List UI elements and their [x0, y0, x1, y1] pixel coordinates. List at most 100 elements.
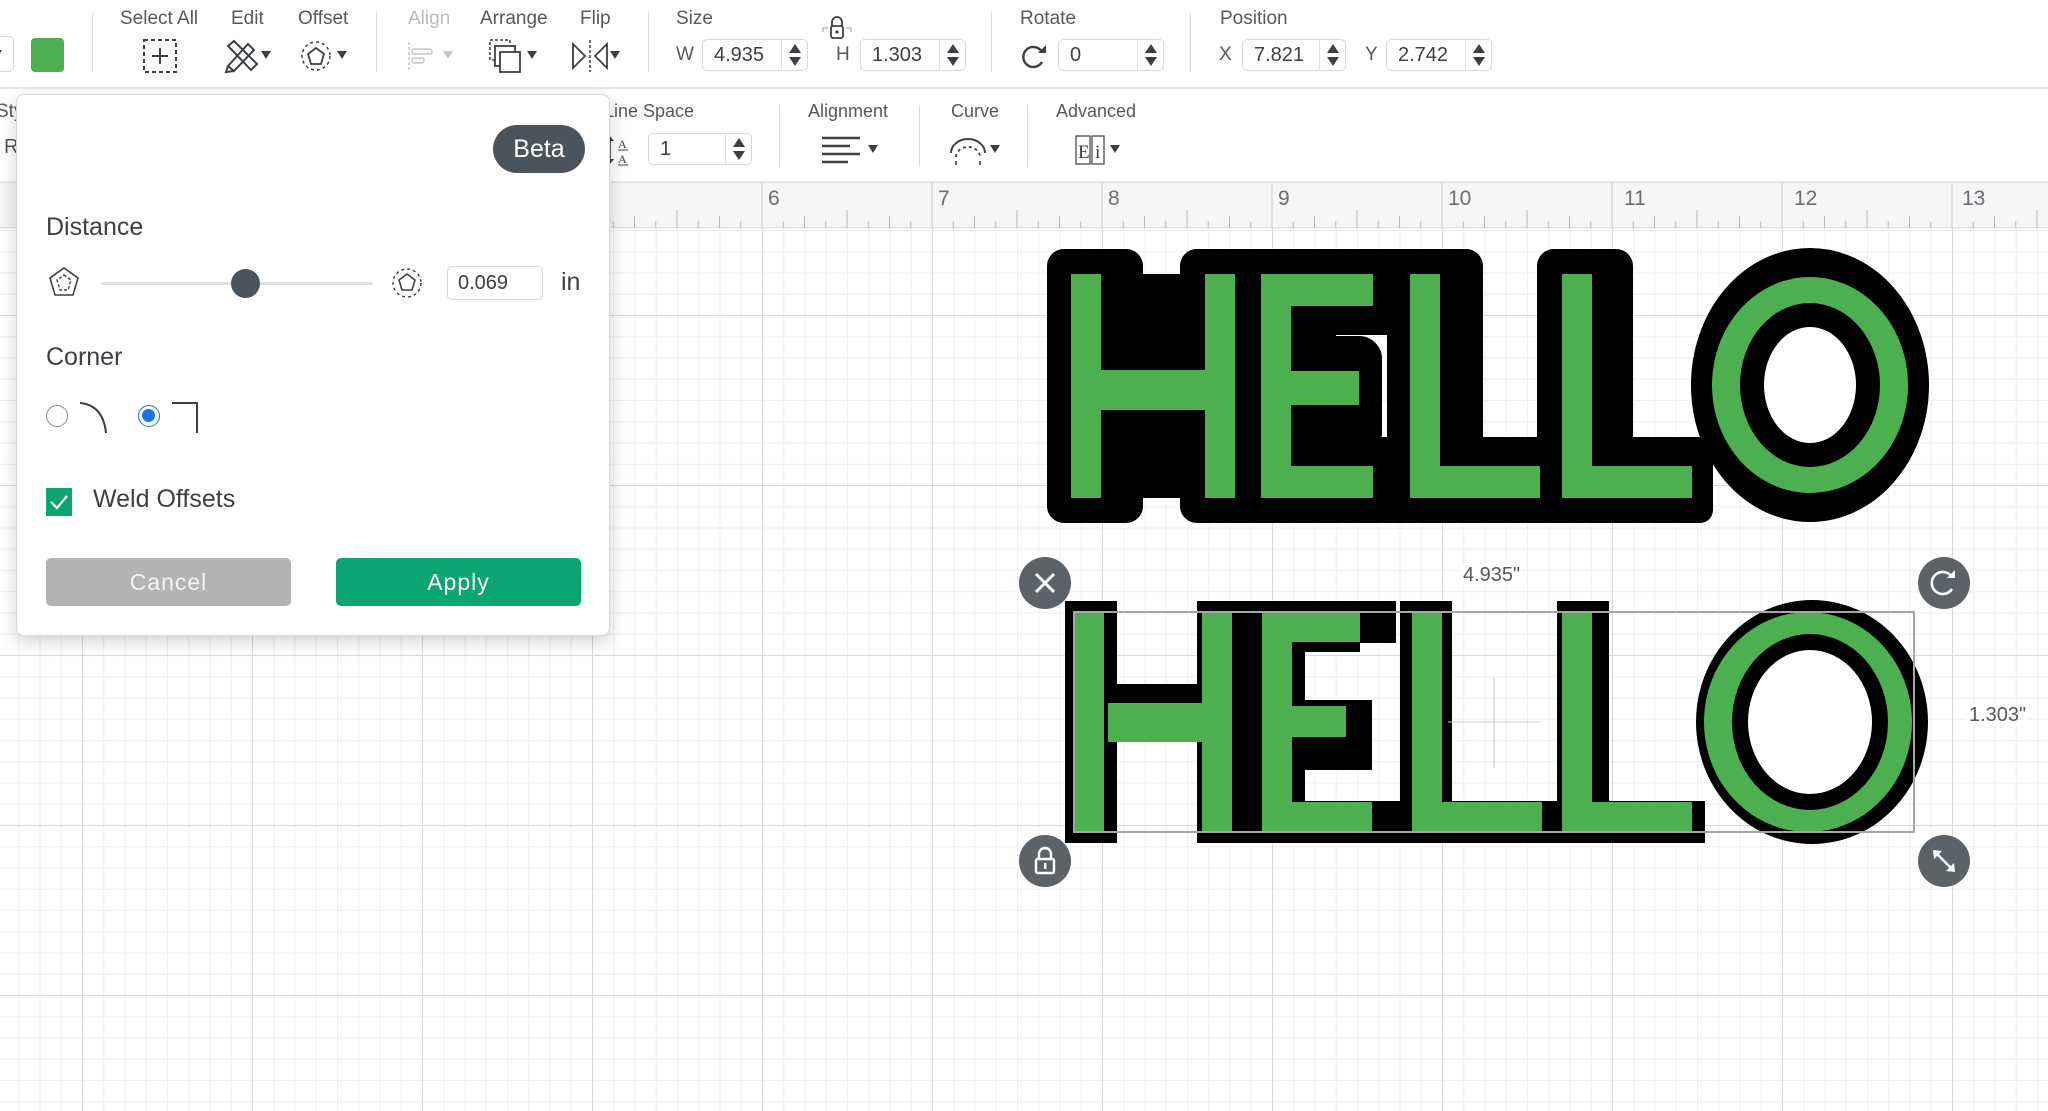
linetype-dropdown-partial[interactable]	[0, 36, 14, 72]
ruler-label: 10	[1448, 187, 1472, 210]
ruler-label: 11	[1624, 187, 1646, 210]
edit-label: Edit	[231, 8, 264, 29]
selection-width-label: 4.935"	[1460, 564, 1524, 587]
size-label: Size	[676, 8, 713, 29]
curve-icon[interactable]	[948, 135, 988, 167]
flip-icon[interactable]	[570, 38, 610, 74]
align-label: Align	[408, 8, 451, 29]
cancel-button[interactable]: Cancel	[46, 558, 291, 606]
top-toolbar: Select All Edit Offset Align Arrange Fli…	[0, 0, 2048, 89]
curve-label: Curve	[951, 101, 1000, 121]
x-position-input[interactable]: 7.821	[1242, 39, 1346, 71]
rounded-corner-icon	[79, 402, 107, 434]
chevron-down-icon	[0, 50, 2, 58]
lock-icon[interactable]	[822, 16, 852, 40]
rotate-value: 0	[1070, 44, 1082, 66]
resize-icon	[1933, 850, 1955, 872]
line-space-value: 1	[660, 138, 672, 160]
x-position-value: 7.821	[1254, 44, 1305, 66]
y-position-stepper[interactable]	[1465, 40, 1491, 70]
advanced-dropdown-caret[interactable]	[1110, 145, 1120, 153]
select-all-label: Select All	[120, 8, 199, 29]
x-position-stepper[interactable]	[1319, 40, 1345, 70]
lock-proportions-handle[interactable]	[1019, 835, 1071, 887]
rotate-stepper[interactable]	[1137, 40, 1163, 70]
alignment-dropdown-caret[interactable]	[868, 145, 878, 153]
offset-icon[interactable]	[300, 40, 332, 72]
offset-panel: Beta Distance 0.069 in Corner Weld Offse…	[16, 94, 610, 636]
offset-label: Offset	[298, 8, 349, 29]
fill-color-swatch[interactable]	[31, 38, 64, 72]
distance-value: 0.069	[458, 272, 509, 294]
edit-dropdown-caret[interactable]	[261, 51, 271, 59]
align-dropdown-caret[interactable]	[443, 51, 453, 59]
resize-handle[interactable]	[1918, 835, 1970, 887]
weld-offsets-label: Weld Offsets	[93, 485, 236, 513]
delete-handle[interactable]	[1019, 557, 1071, 609]
divider	[919, 105, 920, 167]
svg-text:A: A	[618, 137, 627, 151]
align-left-icon[interactable]	[820, 135, 864, 167]
y-position-value: 2.742	[1398, 44, 1449, 66]
distance-slider-thumb[interactable]	[231, 269, 261, 298]
height-stepper[interactable]	[939, 40, 965, 70]
flip-dropdown-caret[interactable]	[610, 51, 620, 59]
selection-height-label: 1.303"	[1966, 704, 2030, 727]
ruler-label: 8	[1108, 187, 1120, 210]
distance-unit: in	[561, 268, 581, 296]
arrange-dropdown-caret[interactable]	[527, 51, 537, 59]
svg-text:A: A	[618, 152, 627, 166]
height-input[interactable]: 1.303	[860, 39, 966, 71]
width-label: W	[676, 44, 694, 65]
divider	[648, 12, 649, 72]
advanced-text-icon[interactable]: E i	[1074, 133, 1108, 167]
rotate-icon	[1022, 45, 1046, 69]
divider	[991, 12, 992, 72]
divider	[1027, 105, 1028, 167]
distance-input[interactable]: 0.069	[447, 266, 543, 300]
height-label: H	[836, 44, 850, 65]
distance-label: Distance	[46, 213, 144, 241]
position-label: Position	[1220, 8, 1288, 29]
width-input[interactable]: 4.935	[702, 39, 808, 71]
arrange-icon[interactable]	[488, 38, 522, 74]
select-all-icon[interactable]	[142, 38, 178, 74]
checkmark-icon	[50, 495, 68, 510]
flip-label: Flip	[580, 8, 611, 29]
ruler-label: 13	[1962, 187, 1986, 210]
corner-square-radio[interactable]	[138, 405, 160, 427]
ruler-label: 9	[1278, 187, 1290, 210]
ruler-label: 6	[768, 187, 780, 210]
rotate-handle[interactable]	[1918, 557, 1970, 609]
corner-rounded-radio[interactable]	[46, 405, 68, 427]
curve-dropdown-caret[interactable]	[990, 145, 1000, 153]
advanced-label: Advanced	[1056, 101, 1137, 121]
square-corner-icon	[172, 402, 198, 433]
beta-badge: Beta	[493, 125, 585, 173]
divider	[779, 105, 780, 167]
x-label: X	[1219, 44, 1232, 65]
svg-text:E: E	[1078, 142, 1090, 163]
divider	[92, 12, 93, 72]
close-icon	[1034, 572, 1056, 594]
arrange-label: Arrange	[480, 8, 548, 29]
alignment-label: Alignment	[808, 101, 889, 121]
y-label: Y	[1365, 44, 1378, 65]
rotate-input[interactable]: 0	[1058, 39, 1164, 71]
rotate-label: Rotate	[1020, 8, 1076, 29]
offset-outset-icon	[392, 268, 422, 298]
line-space-label: Line Space	[604, 101, 695, 121]
apply-button[interactable]: Apply	[336, 558, 581, 606]
corner-label: Corner	[46, 343, 123, 371]
width-stepper[interactable]	[781, 40, 807, 70]
line-space-stepper[interactable]	[725, 134, 751, 164]
offset-dropdown-caret[interactable]	[337, 51, 347, 59]
y-position-input[interactable]: 2.742	[1386, 39, 1492, 71]
line-space-input[interactable]: 1	[648, 133, 752, 165]
align-icon[interactable]	[406, 40, 438, 72]
pencil-ruler-icon[interactable]	[224, 38, 260, 74]
weld-offsets-checkbox[interactable]	[46, 488, 72, 516]
width-value: 4.935	[714, 44, 765, 66]
ruler-label: 7	[938, 187, 950, 210]
rotate-icon	[1930, 570, 1955, 596]
